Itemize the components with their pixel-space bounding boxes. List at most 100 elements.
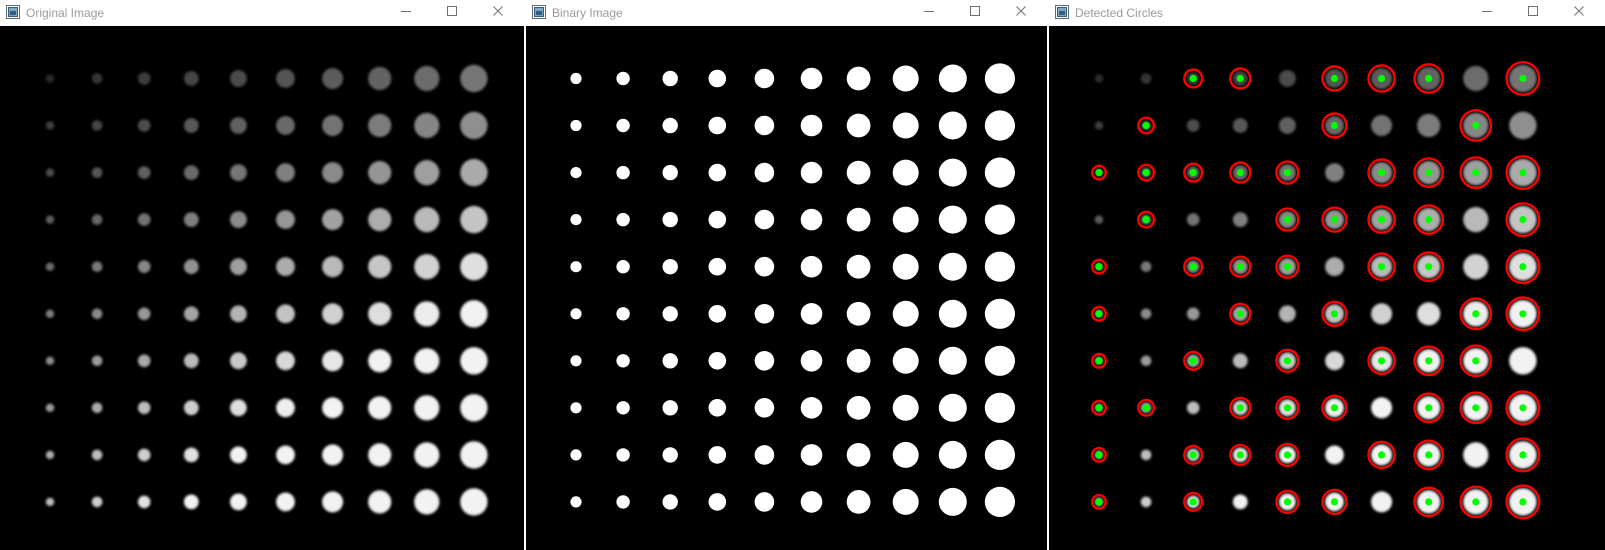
binary-blob xyxy=(616,354,630,368)
blob xyxy=(45,497,55,507)
circle-center-marker xyxy=(1236,74,1244,83)
window-title: Original Image xyxy=(26,6,105,20)
binary-blob xyxy=(754,209,775,230)
blob xyxy=(1186,307,1200,321)
blob xyxy=(368,302,392,326)
circle-center-marker xyxy=(1283,216,1291,224)
binary-blob xyxy=(984,392,1015,423)
blob xyxy=(45,121,55,130)
binary-blob xyxy=(846,443,871,467)
circle-center-marker xyxy=(1095,357,1103,365)
binary-blob xyxy=(570,261,582,273)
blob xyxy=(45,356,55,365)
image-canvas-binary[interactable] xyxy=(526,26,1047,550)
binary-blob xyxy=(616,307,630,321)
binary-blob xyxy=(616,71,630,86)
circle-center-marker xyxy=(1425,74,1433,83)
blob xyxy=(230,70,247,87)
maximize-button[interactable] xyxy=(952,0,998,22)
binary-blob xyxy=(800,208,823,231)
circle-center-marker xyxy=(1519,263,1527,271)
binary-blob xyxy=(616,448,630,462)
minimize-button[interactable] xyxy=(383,0,429,22)
blob xyxy=(1509,111,1537,140)
blob xyxy=(414,348,440,374)
binary-blob xyxy=(570,355,582,367)
circle-center-marker xyxy=(1425,263,1433,271)
blob xyxy=(137,401,151,415)
binary-blob xyxy=(846,160,871,185)
blob xyxy=(322,162,344,184)
binary-blob xyxy=(938,64,967,93)
circle-center-marker xyxy=(1472,498,1480,506)
maximize-icon xyxy=(970,6,980,16)
close-button[interactable] xyxy=(1556,0,1602,22)
binary-blob xyxy=(754,492,775,512)
blob xyxy=(368,396,392,420)
blob xyxy=(1186,401,1200,415)
binary-blob xyxy=(754,304,775,324)
title-bar[interactable]: Detected Circles xyxy=(1049,0,1605,26)
blob xyxy=(322,303,344,325)
close-button[interactable] xyxy=(475,0,521,22)
circle-center-marker xyxy=(1330,74,1339,83)
blob xyxy=(368,208,392,232)
binary-blob xyxy=(984,157,1015,188)
circle-center-marker xyxy=(1236,169,1244,177)
title-bar[interactable]: Binary Image xyxy=(526,0,1047,26)
title-bar[interactable]: Original Image xyxy=(0,0,524,26)
binary-blob xyxy=(754,398,775,418)
image-canvas-original[interactable] xyxy=(0,26,524,550)
minimize-icon xyxy=(924,11,934,12)
binary-blob xyxy=(984,439,1015,470)
binary-blob xyxy=(708,446,727,464)
blob xyxy=(1186,213,1200,226)
circle-center-marker xyxy=(1330,121,1339,130)
binary-blob xyxy=(616,212,630,227)
binary-blob xyxy=(754,445,775,465)
binary-blob xyxy=(892,206,919,233)
app-icon xyxy=(1055,5,1069,19)
binary-blob xyxy=(754,162,775,183)
binary-blob xyxy=(616,165,630,180)
blob xyxy=(1371,303,1393,325)
binary-blob xyxy=(570,449,582,461)
blob xyxy=(45,450,55,460)
maximize-button[interactable] xyxy=(1510,0,1556,22)
blob xyxy=(414,395,440,421)
maximize-button[interactable] xyxy=(429,0,475,22)
minimize-button[interactable] xyxy=(1464,0,1510,22)
window-binary-image[interactable]: Binary Image xyxy=(526,0,1047,550)
binary-blob xyxy=(892,159,919,186)
binary-blob xyxy=(984,486,1015,517)
circle-center-marker xyxy=(1378,74,1386,83)
window-detected-circles[interactable]: Detected Circles xyxy=(1049,0,1605,550)
blob xyxy=(1463,442,1489,468)
binary-blob xyxy=(984,298,1015,329)
blob xyxy=(183,259,199,275)
circle-center-marker xyxy=(1330,498,1339,506)
blob xyxy=(137,495,151,509)
binary-blob xyxy=(662,353,678,369)
circle-center-marker xyxy=(1472,357,1480,365)
circle-center-marker xyxy=(1425,451,1433,459)
blob xyxy=(460,158,488,187)
image-canvas-detected[interactable] xyxy=(1049,26,1605,550)
window-original-image[interactable]: Original Image xyxy=(0,0,524,550)
blob xyxy=(322,444,344,466)
binary-blob xyxy=(800,397,823,419)
blob xyxy=(1325,257,1344,277)
binary-blob xyxy=(800,350,823,372)
blob xyxy=(1232,118,1248,133)
circle-center-marker xyxy=(1142,216,1150,224)
circle-center-marker xyxy=(1519,498,1527,506)
blob xyxy=(414,112,440,139)
minimize-button[interactable] xyxy=(906,0,952,22)
circle-center-marker xyxy=(1189,357,1197,365)
circle-center-marker xyxy=(1095,263,1103,271)
blob xyxy=(460,488,488,516)
close-button[interactable] xyxy=(998,0,1044,22)
close-icon xyxy=(1574,6,1584,16)
blob xyxy=(414,207,440,233)
app-icon xyxy=(6,5,20,19)
